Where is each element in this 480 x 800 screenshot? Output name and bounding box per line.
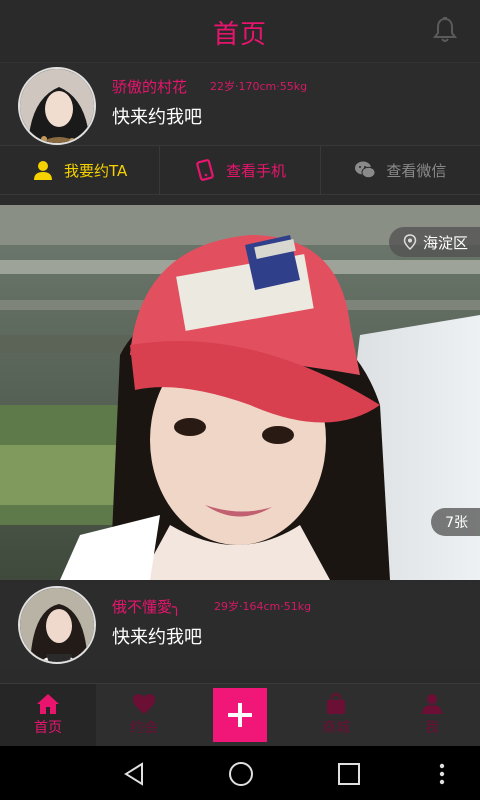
tab-add[interactable] [192,684,288,746]
avatar[interactable] [18,67,96,145]
tab-dating[interactable]: 约会 [96,684,192,746]
profile-card[interactable]: 骄傲的村花 22岁·170cm·55kg 快来约我吧 [0,62,480,146]
page-title: 首页 [212,20,267,50]
view-wechat-button[interactable]: 查看微信 [321,146,480,194]
profile-meta: 22岁·170cm·55kg [210,80,308,93]
profile-photo[interactable]: 海淀区 7张 [0,205,480,580]
profile-message: 快来约我吧 [112,627,202,648]
home-icon [37,694,59,714]
recent-apps-icon[interactable] [337,762,361,786]
tab-home[interactable]: 首页 [0,684,96,746]
tab-label: 约会 [130,720,158,736]
back-icon[interactable] [122,762,146,786]
top-bar: 首页 [0,0,480,62]
app-screen: 首页 骄傲的村花 22岁·170cm·55kg 快来约我吧 我要约TA 查看手机… [0,0,480,800]
profile-meta: 29岁·164cm·51kg [214,600,312,613]
profile-name[interactable]: 俄不懂愛╮ [112,596,181,617]
location-text: 海淀区 [422,233,468,252]
tab-me[interactable]: 我 [384,684,480,746]
user-icon [422,694,442,714]
add-button[interactable] [213,688,267,742]
date-her-button[interactable]: 我要约TA [0,146,161,194]
tab-label: 首页 [34,720,62,736]
tab-mall[interactable]: 商城 [288,684,384,746]
photo-image [0,205,480,580]
bell-icon[interactable] [432,16,458,44]
home-circle-icon[interactable] [228,761,254,787]
date-her-label: 我要约TA [64,161,128,180]
phone-icon [196,159,214,181]
tab-label: 我 [425,720,439,736]
location-badge: 海淀区 [388,227,480,257]
bag-icon [327,693,345,714]
tab-label: 商城 [322,720,350,736]
profile-message: 快来约我吧 [112,107,202,128]
bottom-tab-bar: 首页 约会 商城 我 [0,683,480,746]
photo-count-text: 7张 [445,515,468,531]
photo-count-badge[interactable]: 7张 [431,508,480,536]
person-icon [34,161,53,180]
action-bar: 我要约TA 查看手机 查看微信 [0,145,480,195]
wechat-icon [355,161,376,179]
system-nav-bar [0,746,480,800]
location-pin-icon [403,234,417,250]
profile-card[interactable]: 俄不懂愛╮ 29岁·164cm·51kg 快来约我吧 [0,583,480,667]
profile-name[interactable]: 骄傲的村花 [112,76,187,97]
avatar[interactable] [18,586,96,664]
view-wechat-label: 查看微信 [386,161,447,180]
view-phone-button[interactable]: 查看手机 [160,146,321,194]
view-phone-label: 查看手机 [225,161,286,180]
plus-icon [228,703,252,727]
more-menu-icon[interactable] [438,762,446,786]
heart-icon [133,694,155,714]
